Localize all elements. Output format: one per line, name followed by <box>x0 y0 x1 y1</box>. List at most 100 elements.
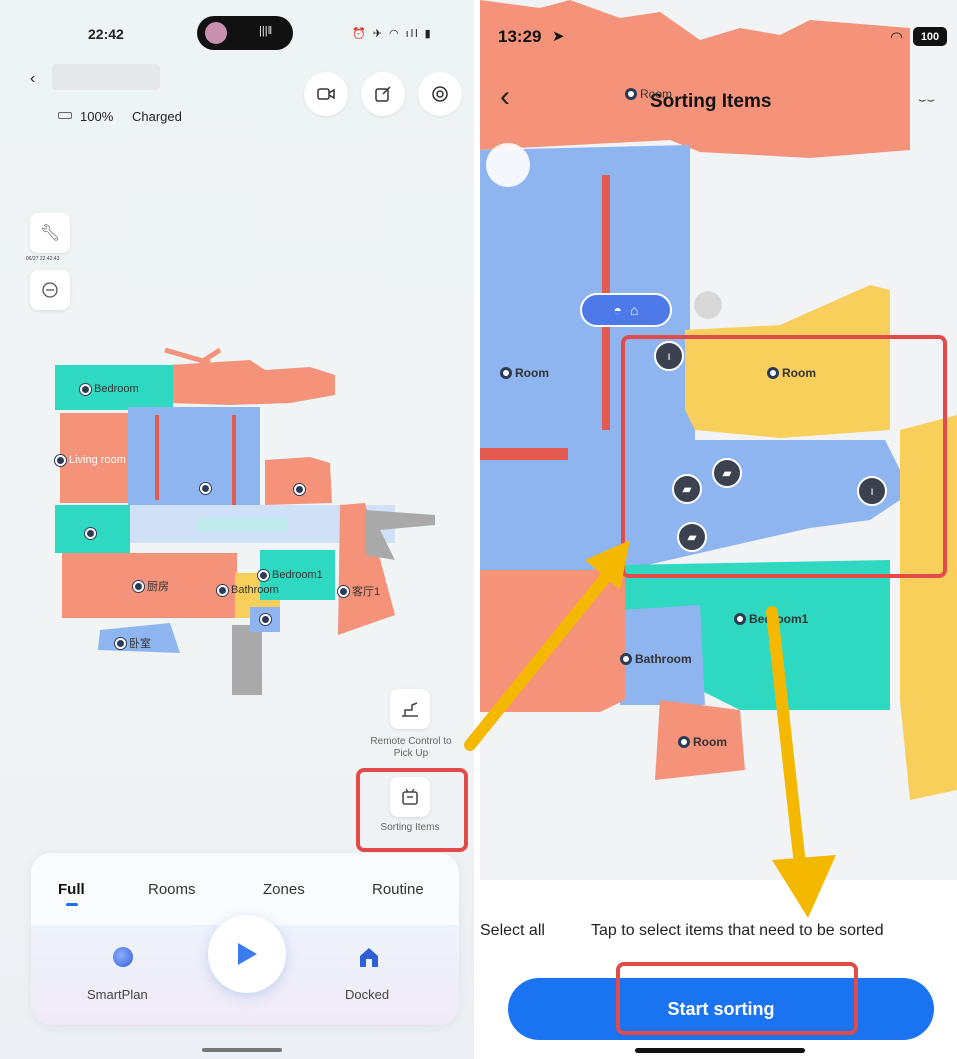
room-salmon-bottom-left <box>480 570 625 712</box>
room-label-bedroom1[interactable]: Bedroom1 <box>734 612 808 626</box>
robot-dock-pill[interactable]: ◓ ⌂ <box>580 293 672 327</box>
gear-icon <box>432 86 448 102</box>
room-name: Bathroom <box>231 584 279 596</box>
start-clean-button[interactable] <box>208 915 286 993</box>
battery-badge: 100 <box>913 27 947 46</box>
map-grey-area-2 <box>232 625 262 695</box>
map-wall-red-1 <box>155 415 159 500</box>
room-pin-icon <box>133 580 144 592</box>
play-icon <box>238 943 257 965</box>
robot-icon: ◓ <box>613 302 622 318</box>
map-timestamp: 06/27 22:42:43 <box>26 256 60 262</box>
remote-control-label: Remote Control to Pick Up <box>370 736 452 759</box>
room-pin-icon <box>200 483 211 494</box>
docked-label[interactable]: Docked <box>345 987 389 1002</box>
room-name: Bedroom <box>94 383 139 395</box>
location-arrow-icon: ➤ <box>552 28 565 45</box>
edit-icon <box>375 86 391 102</box>
battery-icon <box>58 112 72 119</box>
room-label-top[interactable]: Room <box>625 87 672 101</box>
wifi-icon: ◠ <box>890 29 904 46</box>
smartplan-icon[interactable] <box>113 947 133 967</box>
robot-path <box>197 518 287 532</box>
room-pin-icon <box>625 88 637 100</box>
room-name: Room <box>515 366 549 380</box>
smartplan-label[interactable]: SmartPlan <box>87 987 148 1002</box>
dynamic-island: |||‖ <box>197 16 293 50</box>
home-indicator <box>635 1048 805 1053</box>
room-label-bathroom[interactable]: Bathroom <box>217 584 279 596</box>
map-room-salmon-right <box>265 457 332 505</box>
tab-indicator <box>66 903 78 906</box>
status-time: 13:29 <box>498 27 542 46</box>
back-icon[interactable]: ‹ <box>30 70 35 88</box>
room-label-bathroom[interactable]: Bathroom <box>620 652 692 666</box>
room-label-bedroom-cn[interactable]: 卧室 <box>115 635 151 651</box>
room-pin-icon <box>115 637 126 649</box>
remote-control-button[interactable] <box>390 689 430 729</box>
battery-percent: 100% <box>80 109 114 124</box>
room-name: Room <box>640 87 673 101</box>
tab-rooms[interactable]: Rooms <box>148 881 196 898</box>
room-name: Room <box>693 735 727 749</box>
room-label-living-room[interactable]: Living room <box>55 454 126 466</box>
wrench-icon: 🔧︎ <box>39 225 61 242</box>
highlight-box-start <box>616 962 858 1035</box>
room-pin-icon <box>294 484 305 495</box>
3d-view-button[interactable] <box>30 270 70 310</box>
map-room-salmon-top-edge <box>164 347 222 366</box>
room-label-bottom[interactable]: Room <box>678 735 727 749</box>
room-pin-icon <box>620 653 632 665</box>
room-pin-icon <box>80 383 91 395</box>
status-time: 22:42 <box>88 26 124 42</box>
back-icon[interactable]: ‹ <box>500 80 510 114</box>
wall-red-horizontal <box>480 448 568 460</box>
room-pin-icon <box>678 736 690 748</box>
room-pin-icon <box>258 569 269 581</box>
edit-map-button[interactable] <box>361 72 405 116</box>
maintenance-button[interactable]: 🔧︎ <box>30 213 70 253</box>
room-name: 厨房 <box>147 581 169 593</box>
robot-arm-icon <box>402 702 418 717</box>
map-wall-red-2 <box>232 415 236 505</box>
room-name: Bedroom1 <box>272 569 323 581</box>
eye-icon[interactable]: ⌣⌣ <box>918 92 935 108</box>
blob-white <box>486 143 530 187</box>
room-pin-icon <box>500 367 512 379</box>
device-name-blurred <box>52 64 160 90</box>
home-indicator <box>202 1048 282 1052</box>
room-label-bedroom[interactable]: Bedroom <box>80 383 139 395</box>
tab-routine[interactable]: Routine <box>372 881 424 898</box>
waveform-icon: |||‖ <box>259 25 273 37</box>
media-thumbnail <box>205 22 227 44</box>
room-pin-icon <box>217 584 228 596</box>
blob-grey <box>694 291 722 319</box>
select-all-button[interactable]: Select all <box>480 922 545 940</box>
select-hint: Tap to select items that need to be sort… <box>591 922 884 939</box>
status-icons: ⏰ ✈ ◠ ıll ▮ <box>352 28 433 40</box>
room-label-bedroom1[interactable]: Bedroom1 <box>258 569 323 581</box>
room-name: 客厅1 <box>352 586 381 598</box>
room-pin-icon <box>55 454 66 466</box>
map-room-blue-center <box>128 407 260 517</box>
map-grey-area-1 <box>365 510 435 560</box>
dock-home-icon[interactable] <box>358 946 380 973</box>
highlight-box-items <box>621 335 947 578</box>
map-room-salmon-top <box>170 360 335 405</box>
camera-button[interactable] <box>304 72 348 116</box>
control-card: Full Rooms Zones Routine SmartPlan Docke… <box>31 853 459 1025</box>
tab-full[interactable]: Full <box>58 881 85 898</box>
room-pin-icon <box>260 614 271 625</box>
room-label-living1[interactable]: 客厅1 <box>338 583 380 599</box>
room-salmon-top <box>480 0 910 158</box>
tab-zones[interactable]: Zones <box>263 881 305 898</box>
room-label-left[interactable]: Room <box>500 366 549 380</box>
room-label-kitchen[interactable]: 厨房 <box>133 578 169 594</box>
settings-button[interactable] <box>418 72 462 116</box>
highlight-box-sorting <box>356 768 468 852</box>
right-screenshot: 13:29 ➤ ◠ 100 ‹ Sorting Items ⌣⌣ Room Ro… <box>480 0 957 1059</box>
cube-icon <box>42 282 58 298</box>
room-name: Bedroom1 <box>749 612 809 626</box>
room-name: 卧室 <box>129 638 151 650</box>
dock-icon: ⌂ <box>630 302 639 318</box>
